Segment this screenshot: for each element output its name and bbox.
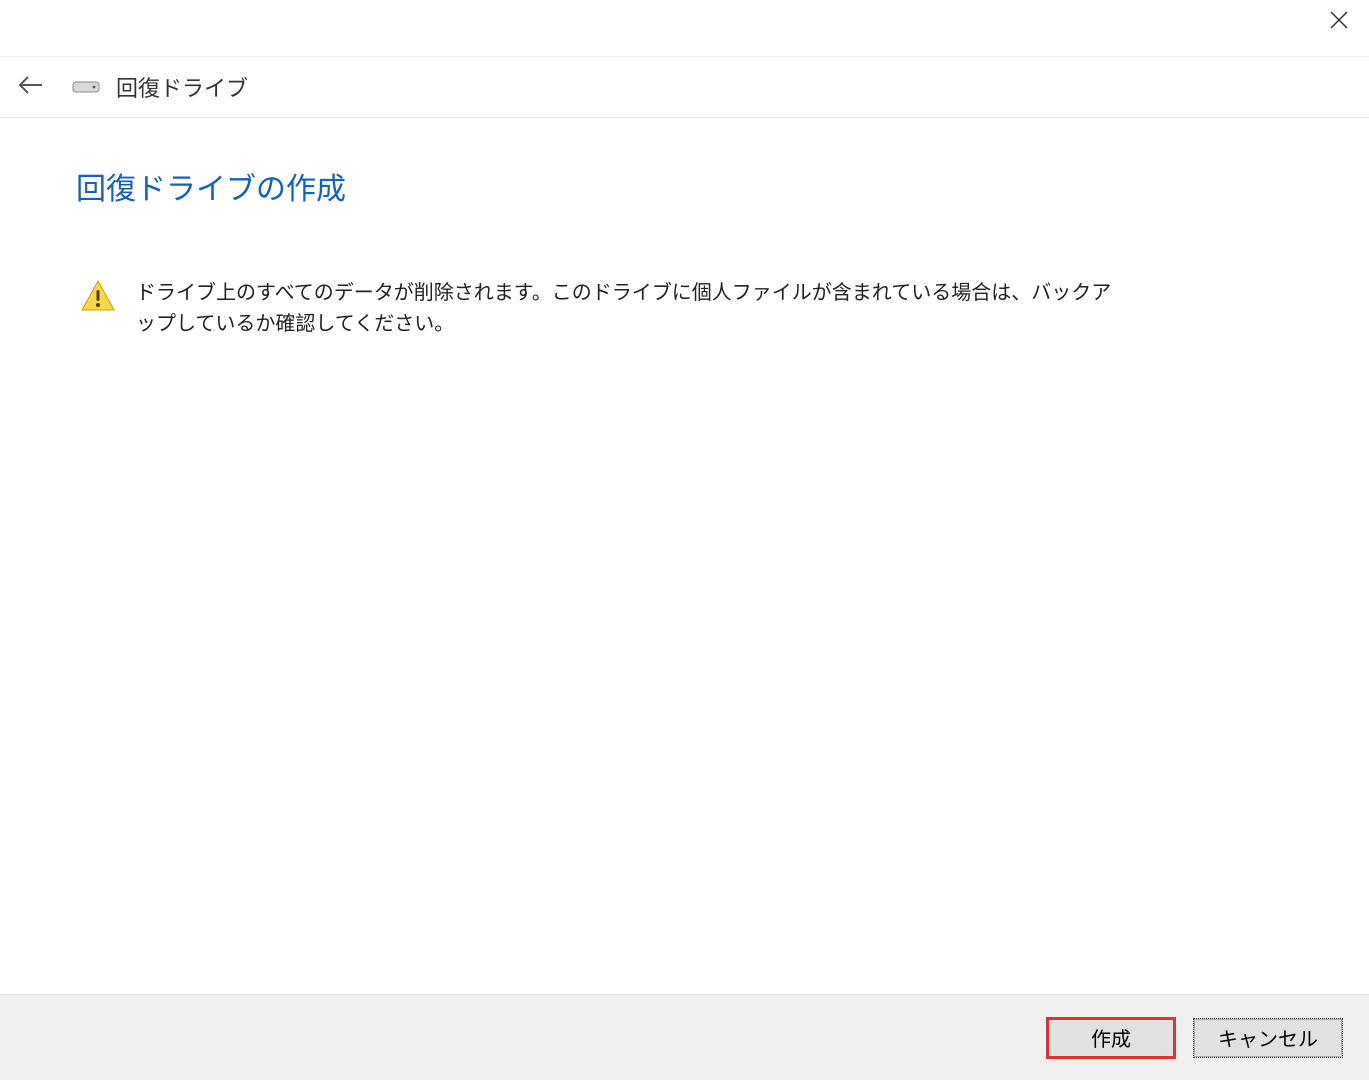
cancel-button[interactable]: キャンセル bbox=[1193, 1018, 1343, 1058]
close-button[interactable] bbox=[1309, 0, 1369, 44]
content-area: 回復ドライブの作成 ドライブ上のすべてのデータが削除されます。このドライブに個人… bbox=[0, 118, 1369, 994]
warning-text: ドライブ上のすべてのデータが削除されます。このドライブに個人ファイルが含まれてい… bbox=[136, 278, 1126, 340]
header-bar: 回復ドライブ bbox=[0, 56, 1369, 118]
footer-bar: 作成 キャンセル bbox=[0, 994, 1369, 1080]
warning-row: ドライブ上のすべてのデータが削除されます。このドライブに個人ファイルが含まれてい… bbox=[76, 278, 1293, 340]
back-arrow-icon bbox=[16, 75, 44, 100]
page-title: 回復ドライブの作成 bbox=[76, 164, 1293, 208]
recovery-drive-wizard: 回復ドライブ 回復ドライブの作成 ドライブ上のすべてのデータが削除されます。この… bbox=[0, 0, 1369, 1080]
titlebar bbox=[0, 0, 1369, 56]
close-icon bbox=[1329, 10, 1349, 35]
window-title: 回復ドライブ bbox=[116, 71, 248, 103]
back-button[interactable] bbox=[12, 69, 48, 105]
drive-icon bbox=[72, 78, 100, 96]
warning-icon bbox=[80, 278, 116, 314]
create-button[interactable]: 作成 bbox=[1047, 1018, 1175, 1058]
